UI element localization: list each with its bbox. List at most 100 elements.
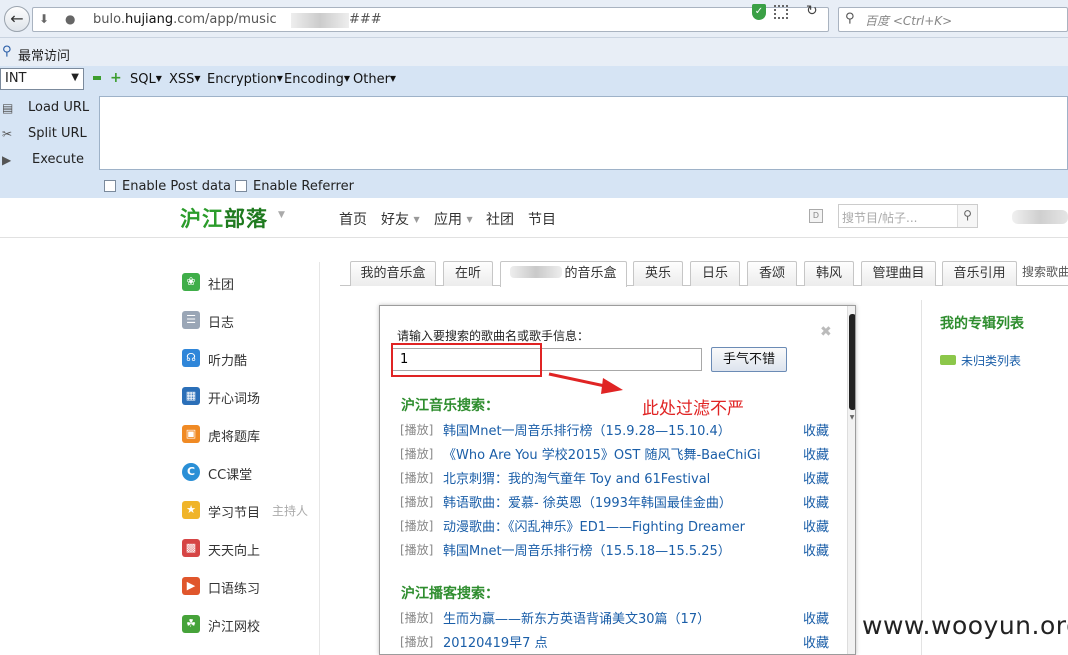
execute-button[interactable]: ▶ Execute (0, 148, 99, 172)
play-link[interactable]: [播放] (400, 469, 433, 486)
nav-programs[interactable]: 节目 (528, 209, 556, 229)
sidebar-item-program[interactable]: ★ 学习节目 主持人 (180, 500, 320, 524)
music-result-title[interactable]: 韩国Mnet一周音乐排行榜（15.5.18—15.5.25） (443, 540, 731, 559)
sidebar-item-diary[interactable]: ☰ 日志 (180, 310, 320, 334)
search-icon[interactable]: ⚲ (957, 205, 977, 227)
favorite-link[interactable]: 收藏 (803, 420, 829, 439)
address-bar[interactable]: ⬇ ● bulo.hujiang.com/app/music ### (32, 7, 829, 32)
music-result-title[interactable]: 韩语歌曲：爱慕- 徐英恩（1993年韩国最佳金曲） (443, 492, 732, 511)
hackbar-type-select[interactable]: INT ▼ (0, 68, 84, 90)
enable-post-data-checkbox[interactable]: Enable Post data (104, 179, 231, 194)
music-result-title[interactable]: 北京刺猬：我的淘气童年 Toy and 61Festival (443, 468, 710, 487)
play-link[interactable]: [播放] (400, 445, 433, 462)
program-icon: ★ (182, 501, 200, 519)
hackbar-menu-xss[interactable]: XSS▼ (169, 72, 201, 87)
sidebar-item-daily[interactable]: ▩ 天天向上 (180, 538, 320, 562)
nav-friends[interactable]: 好友 ▼ (381, 209, 420, 229)
url-redacted (291, 13, 349, 28)
site-search-input[interactable]: 搜节目/帖子... ⚲ (838, 204, 978, 228)
notification-icon[interactable]: D (809, 209, 823, 223)
hackbar-panel: INT ▼ + SQL▼ XSS▼ Encryption▼ Encoding▼ … (0, 66, 1068, 198)
hackbar-menu-encryption[interactable]: Encryption▼ (207, 72, 283, 87)
load-url-button[interactable]: ▤ Load URL (0, 96, 99, 120)
tab-chanson[interactable]: 香颂 (747, 261, 797, 286)
sidebar-item-listening[interactable]: ☊ 听力酷 (180, 348, 320, 372)
tab-my-musicbox[interactable]: 我的音乐盒 (350, 261, 436, 286)
favorite-link[interactable]: 收藏 (803, 516, 829, 535)
tab-music-reference[interactable]: 音乐引用 (942, 261, 1017, 286)
browser-search-input[interactable]: ⚲ 百度 <Ctrl+K> (838, 7, 1068, 32)
play-link[interactable]: [播放] (400, 421, 433, 438)
album-unclassified[interactable]: 未归类列表 (940, 352, 1021, 369)
bookmark-folder-icon: ⚲ (2, 44, 12, 59)
tab-korean-music[interactable]: 韩风 (804, 261, 854, 286)
nav-apps[interactable]: 应用 ▼ (434, 209, 473, 229)
tab-english-music[interactable]: 英乐 (633, 261, 683, 286)
scrollbar-thumb[interactable] (849, 314, 855, 410)
chevron-down-icon[interactable]: ▼ (278, 210, 285, 220)
favorite-link[interactable]: 收藏 (803, 540, 829, 559)
play-link[interactable]: [播放] (400, 493, 433, 510)
nav-home[interactable]: 首页 (339, 209, 367, 229)
scroll-arrow-icon[interactable]: ▼ (848, 414, 855, 421)
dialog-scrollbar[interactable]: ▼ (847, 306, 855, 654)
music-result-title[interactable]: 动漫歌曲：《闪乱神乐》ED1——Fighting Dreamer (443, 516, 745, 535)
sidebar-item-quiz[interactable]: ▣ 虎将题库 (180, 424, 320, 448)
right-divider (921, 300, 922, 655)
increase-icon[interactable]: + (110, 70, 122, 86)
search-icon: ⚲ (845, 11, 855, 26)
sidebar-item-words[interactable]: ▦ 开心词场 (180, 386, 320, 410)
music-result-title[interactable]: 《Who Are You 学校2015》OST 随风飞舞-BaeChiGi (443, 444, 761, 463)
feeling-lucky-button[interactable]: 手气不错 (711, 347, 787, 372)
play-link[interactable]: [播放] (400, 633, 433, 650)
split-url-button[interactable]: ✂ Split URL (0, 122, 99, 146)
sidebar-item-speaking[interactable]: ▶ 口语练习 (180, 576, 320, 600)
headphone-icon: ☊ (182, 349, 200, 367)
bookmark-most-visited[interactable]: 最常访问 (18, 45, 70, 64)
play-link[interactable]: [播放] (400, 541, 433, 558)
hackbar-menu-encoding[interactable]: Encoding▼ (284, 72, 350, 87)
user-avatar[interactable] (1012, 210, 1068, 224)
podcast-result-title[interactable]: 生而为赢——新东方英语背诵美文30篇（17） (443, 608, 710, 627)
music-result-title[interactable]: 韩国Mnet一周音乐排行榜（15.9.28—15.10.4） (443, 420, 731, 439)
close-icon[interactable]: ✖ (820, 324, 832, 340)
sidebar-item-club[interactable]: ❀ 社团 (180, 272, 320, 296)
favorite-link[interactable]: 收藏 (803, 492, 829, 511)
favorite-link[interactable]: 收藏 (803, 608, 829, 627)
sidebar-item-cc[interactable]: C CC课堂 (180, 462, 320, 486)
back-button[interactable]: ← (4, 6, 30, 32)
tab-user-musicbox[interactable]: 的音乐盒 (500, 261, 627, 287)
url-text: bulo.hujiang.com/app/music (93, 12, 277, 27)
tab-japanese-music[interactable]: 日乐 (690, 261, 740, 286)
nav-clubs[interactable]: 社团 (486, 209, 514, 229)
favorite-link[interactable]: 收藏 (803, 444, 829, 463)
annotation-arrow (545, 370, 625, 404)
host-label[interactable]: 主持人 (272, 502, 308, 519)
play-link[interactable]: [播放] (400, 609, 433, 626)
sidebar-item-school[interactable]: ☘ 沪江网校 (180, 614, 320, 638)
shield-icon[interactable]: ✓ (752, 4, 766, 20)
podcast-result-title[interactable]: 20120419早7 点 (443, 632, 548, 651)
search-prompt: 请输入要搜索的歌曲名或歌手信息： (397, 329, 590, 343)
tab-search-songs[interactable]: 搜索歌曲 (1022, 263, 1068, 280)
school-icon: ☘ (182, 615, 200, 633)
club-icon: ❀ (182, 273, 200, 291)
hackbar-url-textarea[interactable] (99, 96, 1068, 170)
favorite-link[interactable]: 收藏 (803, 468, 829, 487)
decrease-icon[interactable] (93, 76, 101, 80)
download-icon[interactable]: ⬇ (39, 12, 49, 26)
quiz-icon: ▣ (182, 425, 200, 443)
qrcode-icon[interactable] (774, 5, 788, 19)
words-icon: ▦ (182, 387, 200, 405)
favorite-link[interactable]: 收藏 (803, 632, 829, 651)
site-logo[interactable]: 沪江部落 (180, 203, 268, 233)
enable-referrer-checkbox[interactable]: Enable Referrer (235, 179, 354, 194)
hackbar-menu-other[interactable]: Other▼ (353, 72, 396, 87)
play-link[interactable]: [播放] (400, 517, 433, 534)
hackbar-menu-sql[interactable]: SQL▼ (130, 72, 162, 87)
album-list-title: 我的专辑列表 (940, 316, 1024, 332)
tab-manage-tracks[interactable]: 管理曲目 (861, 261, 936, 286)
tab-listening[interactable]: 在听 (443, 261, 493, 286)
reload-icon[interactable]: ↻ (806, 3, 818, 19)
podcast-result-row: [播放] 生而为赢——新东方英语背诵美文30篇（17） 收藏 (400, 607, 830, 627)
